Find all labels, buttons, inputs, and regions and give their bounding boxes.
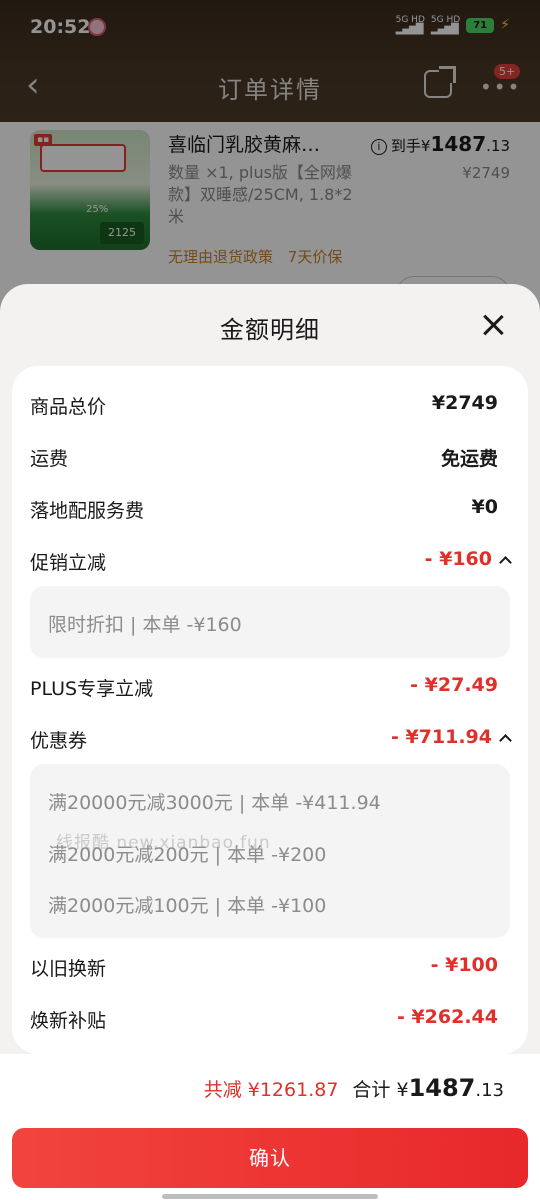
row-promo[interactable]: 促销立减 - ¥160	[12, 542, 528, 582]
sheet-title: 金额明细	[220, 316, 320, 344]
row-label: 促销立减	[30, 552, 107, 574]
total-dec: .13	[475, 1080, 504, 1101]
watermark: 线报酷 new.xianbao.fun	[56, 833, 271, 853]
row-total-price: 商品总价 ¥2749	[12, 386, 528, 426]
row-subsidy: 焕新补贴 - ¥262.44	[12, 1000, 528, 1040]
row-value: 免运费	[440, 448, 498, 470]
chevron-up-icon[interactable]	[498, 552, 512, 566]
row-label: 焕新补贴	[30, 1010, 107, 1032]
total-label: 合计 ¥	[352, 1079, 409, 1101]
row-label: 以旧换新	[30, 958, 107, 980]
row-value: - ¥100	[430, 954, 498, 976]
row-shipping: 运费 免运费	[12, 438, 528, 478]
row-label: PLUS专享立减	[30, 678, 154, 700]
row-value: ¥0	[471, 496, 498, 518]
coupon-detail-line: 满2000元减100元 | 本单 -¥100	[48, 895, 327, 917]
row-delivery-service: 落地配服务费 ¥0	[12, 490, 528, 530]
row-coupon[interactable]: 优惠券 - ¥711.94	[12, 720, 528, 760]
total-reduce: 共减 ¥1261.87	[203, 1079, 339, 1101]
total-summary: 共减 ¥1261.87 合计 ¥1487.13	[204, 1074, 504, 1102]
row-value: ¥2749	[431, 392, 498, 414]
row-value: - ¥711.94	[390, 726, 492, 748]
home-indicator	[162, 1194, 378, 1199]
row-trade-in: 以旧换新 - ¥100	[12, 948, 528, 988]
row-value: - ¥160	[424, 548, 492, 570]
row-label: 优惠券	[30, 730, 88, 752]
footer-bar: 共减 ¥1261.87 合计 ¥1487.13 确认	[0, 1054, 540, 1200]
row-label: 落地配服务费	[30, 500, 145, 522]
promo-detail-line: 限时折扣 | 本单 -¥160	[48, 614, 242, 636]
amount-detail-card: 商品总价 ¥2749 运费 免运费 落地配服务费 ¥0 促销立减 - ¥160 …	[12, 366, 528, 1054]
close-icon[interactable]	[478, 310, 508, 340]
coupon-detail-line: 满20000元减3000元 | 本单 -¥411.94	[48, 792, 381, 814]
modal-overlay[interactable]	[0, 0, 540, 322]
row-label: 运费	[30, 448, 69, 470]
row-value: - ¥262.44	[396, 1006, 498, 1028]
chevron-up-icon[interactable]	[498, 730, 512, 744]
total-int: 1487	[408, 1074, 476, 1102]
row-plus: PLUS专享立减 - ¥27.49	[12, 668, 528, 708]
promo-detail-box: 限时折扣 | 本单 -¥160	[30, 586, 510, 658]
row-value: - ¥27.49	[410, 674, 498, 696]
confirm-button[interactable]: 确认	[12, 1128, 528, 1188]
row-label: 商品总价	[30, 396, 107, 418]
